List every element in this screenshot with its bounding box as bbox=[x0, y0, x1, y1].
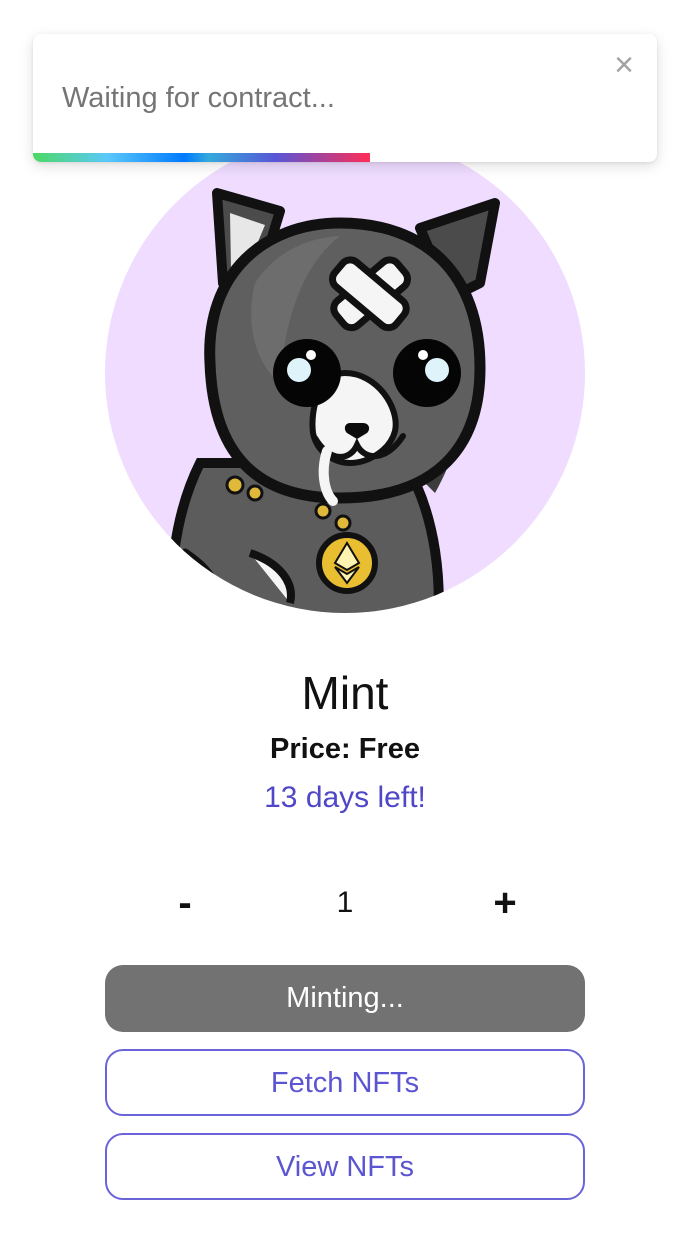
cat-nft-avatar-icon bbox=[166, 188, 500, 613]
fetch-nfts-button[interactable]: Fetch NFTs bbox=[105, 1049, 585, 1116]
price-label: Price: Free bbox=[270, 733, 420, 765]
mint-page: Waiting for contract... × Mint Price: Fr… bbox=[0, 0, 700, 1238]
page-title: Mint bbox=[301, 667, 389, 719]
days-left-label: 13 days left! bbox=[264, 781, 426, 814]
quantity-value: 1 bbox=[336, 886, 354, 919]
quantity-increment-button[interactable]: + bbox=[480, 878, 530, 928]
view-nfts-button[interactable]: View NFTs bbox=[105, 1133, 585, 1200]
toast-progress-bar bbox=[33, 153, 370, 162]
toast-message: Waiting for contract... bbox=[62, 82, 335, 114]
toast-notification: Waiting for contract... × bbox=[33, 34, 657, 162]
close-icon[interactable]: × bbox=[609, 48, 639, 82]
nft-avatar bbox=[105, 133, 585, 613]
mint-button[interactable]: Minting... bbox=[105, 965, 585, 1032]
quantity-decrement-button[interactable]: - bbox=[160, 878, 210, 928]
